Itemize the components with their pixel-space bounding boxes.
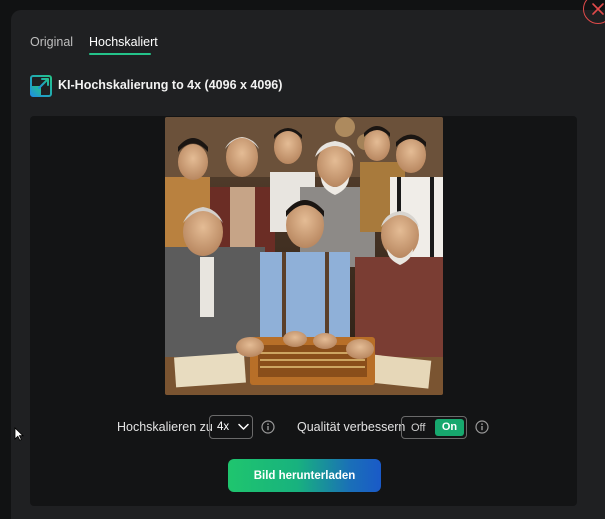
dialog-title: KI-Hochskalierung to 4x (4096 x 4096) — [58, 78, 283, 92]
chevron-down-icon — [238, 423, 249, 430]
enhance-quality-toggle[interactable]: Off On — [401, 416, 467, 439]
mouse-cursor-icon — [14, 427, 24, 441]
toggle-on-option[interactable]: On — [435, 419, 464, 436]
enhance-quality-label: Qualität verbessern — [297, 420, 406, 434]
active-tab-indicator — [89, 53, 151, 55]
upscale-factor-value: 4x — [217, 421, 230, 433]
upscaled-preview-image — [165, 117, 443, 395]
download-image-button[interactable]: Bild herunterladen — [228, 459, 381, 492]
info-icon[interactable] — [261, 420, 275, 434]
close-icon — [592, 3, 604, 15]
info-icon[interactable] — [475, 420, 489, 434]
tab-upscaled[interactable]: Hochskaliert — [89, 35, 158, 49]
toggle-off-option[interactable]: Off — [411, 422, 425, 434]
upscale-to-label: Hochskalieren zu — [117, 420, 213, 434]
tab-original[interactable]: Original — [30, 35, 73, 49]
upscale-factor-select[interactable]: 4x — [209, 415, 253, 439]
upscale-arrow-icon — [30, 75, 52, 97]
